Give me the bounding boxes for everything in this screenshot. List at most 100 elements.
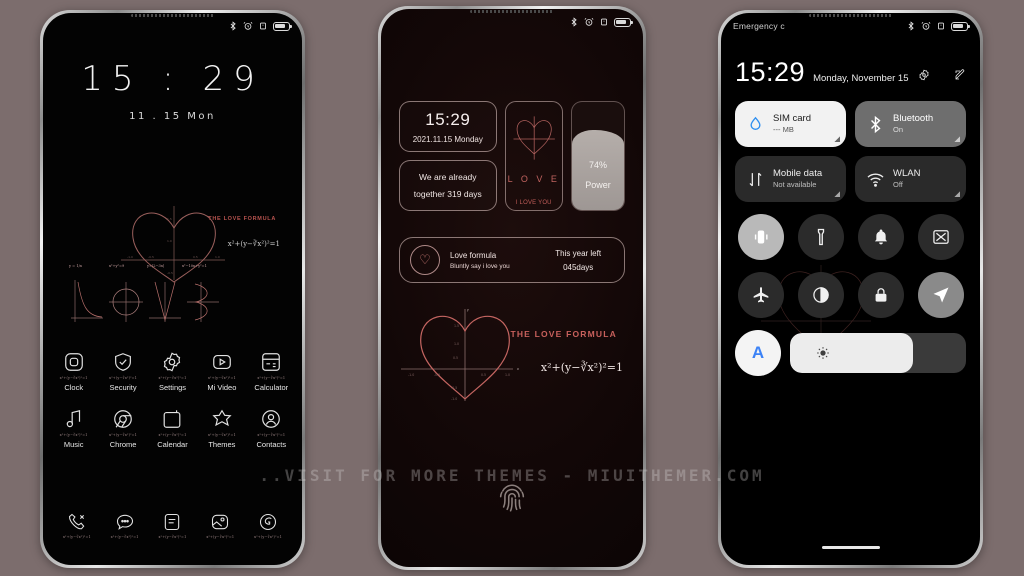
tile-sim-card[interactable]: SIM card --- MB [735,101,846,147]
widget-clock-time: 15:29 [425,109,471,129]
app-grid: x²+(y−∛x²)²=1 Clock x²+(y−∛x²)²=1 Securi… [43,351,302,449]
toggle-vibrate[interactable] [737,214,784,260]
app-security[interactable]: x²+(y−∛x²)²=1 Security [98,351,147,392]
contacts-person-icon [260,408,282,430]
tile-bluetooth-title: Bluetooth [893,113,934,125]
battery-icon [951,21,970,31]
brightness-sun-icon [816,346,830,360]
svg-text:0.5: 0.5 [453,356,458,360]
app-clock[interactable]: x²+(y−∛x²)²=1 Clock [49,351,98,392]
svg-text:0.5: 0.5 [193,255,198,259]
edit-icon[interactable] [954,69,966,81]
alarm-icon [921,21,931,31]
app-sub-7: x²+(y−∛x²)²=1 [158,433,187,437]
notes-icon [162,512,182,532]
svg-text:1.5: 1.5 [454,324,459,328]
auto-brightness-button[interactable]: A [735,330,781,376]
tile-mobile-data-text: Mobile data Not available [773,168,822,189]
love-letters-graphs: y = 1/x x²+y²=9 y=|2−3x| x²−10x+y²=1 [69,264,219,336]
toggle-lock[interactable] [857,272,904,318]
tile-sim-subtitle: --- MB [773,125,794,135]
home-indicator[interactable] [821,546,880,549]
svg-text:-1.0: -1.0 [408,373,414,377]
toggle-airplane[interactable] [737,272,784,318]
messages-bubble-icon [115,512,135,532]
toggle-location[interactable] [917,272,964,318]
data-droplet-icon [746,115,765,134]
dock-browser[interactable]: x²+(y−∛x²)²=1 [244,512,292,539]
love-formula-equation-big: x²+(y−∛x²)²=1 [540,361,623,374]
app-chrome[interactable]: x²+(y−∛x²)²=1 Chrome [98,408,147,449]
widget-battery[interactable]: 74% Power [570,101,625,211]
app-themes[interactable]: x²+(y−∛x²)²=1 Themes [197,408,246,449]
app-calendar[interactable]: x²+(y−∛x²)²=1 Calendar [148,408,197,449]
settings-gear-icon [161,351,183,373]
brightness-slider[interactable] [790,333,966,373]
tile-wlan-subtitle: Off [893,180,903,190]
app-sub-9: x²+(y−∛x²)²=1 [257,433,286,437]
fingerprint-icon[interactable] [495,481,529,515]
app-mi-video[interactable]: x²+(y−∛x²)²=1 Mi Video [197,351,246,392]
app-contacts[interactable]: x²+(y−∛x²)²=1 Contacts [247,408,296,449]
love-eq-0: y = 1/x [69,264,82,268]
calendar-icon [161,408,183,430]
app-music[interactable]: x²+(y−∛x²)²=1 Music [49,408,98,449]
lockscreen-date: 11 . 15 Mon [129,111,216,122]
tile-sim-text: SIM card --- MB [773,113,811,134]
app-sub-4: x²+(y−∛x²)²=1 [257,376,286,380]
toggle-flashlight[interactable] [797,214,844,260]
svg-text:1.0: 1.0 [215,255,220,259]
widget-clock[interactable]: 15:29 2021.11.15 Monday [399,101,497,152]
app-sub-2: x²+(y−∛x²)²=1 [158,376,187,380]
cc-date: Monday, November 15 [813,73,909,84]
browser-icon [258,512,278,532]
app-label-clock: Clock [64,383,84,392]
app-sub-0: x²+(y−∛x²)²=1 [59,376,88,380]
app-sub-3: x²+(y−∛x²)²=1 [207,376,236,380]
widget-love-tag: I LOVE YOU [515,200,552,206]
bluetooth-icon [228,21,238,31]
tile-sim-title: SIM card [773,113,812,125]
svg-text:y: y [466,308,469,312]
tile-wlan[interactable]: WLAN Off [855,156,966,202]
battery-label: Power [585,180,611,190]
dock-sub-0: x²+(y−∛x²)²=1 [62,535,91,539]
toggle-dark-mode[interactable] [797,272,844,318]
app-sub-5: x²+(y−∛x²)²=1 [59,433,88,437]
expand-corner-icon[interactable] [953,135,960,142]
toggle-silent[interactable] [857,214,904,260]
dock: x²+(y−∛x²)²=1 x²+(y−∛x²)²=1 x²+(y−∛x²)²=… [43,512,302,539]
toggle-screenshot[interactable] [917,214,964,260]
app-settings[interactable]: x²+(y−∛x²)²=1 Settings [148,351,197,392]
battery-icon [273,21,292,31]
calculator-icon [260,351,282,373]
dock-messages[interactable]: x²+(y−∛x²)²=1 [101,512,149,539]
app-calculator[interactable]: x²+(y−∛x²)²=1 Calculator [247,351,296,392]
earpiece-speaker-2 [470,10,554,13]
expand-corner-icon[interactable] [833,135,840,142]
app-label-security: Security [109,383,137,392]
dock-phone[interactable]: x²+(y−∛x²)²=1 [53,512,101,539]
chrome-browser-icon [112,408,134,430]
widget-love-letters[interactable]: L O V E I LOVE YOU [504,101,563,211]
dock-notes[interactable]: x²+(y−∛x²)²=1 [149,512,197,539]
app-label-chrome: Chrome [109,440,137,449]
tile-mobile-data[interactable]: Mobile data Not available [735,156,846,202]
expand-corner-icon[interactable] [953,190,960,197]
dock-gallery[interactable]: x²+(y−∛x²)²=1 [196,512,244,539]
app-sub-8: x²+(y−∛x²)²=1 [207,433,236,437]
vibrate-icon [599,17,609,27]
widget-together-days[interactable]: We are already together 319 days [399,160,497,211]
tile-bluetooth[interactable]: Bluetooth On [855,101,966,147]
gear-icon[interactable] [918,69,930,81]
battery-fill [571,130,624,210]
love-formula-equation: x²+(y−∛x²)²=1 [227,240,280,248]
expand-corner-icon[interactable] [833,190,840,197]
widget-love-formula[interactable]: ♡ Love formula Bluntly say i love you Th… [399,237,625,283]
battery-icon [614,17,633,27]
tile-bluetooth-subtitle: On [893,125,904,135]
widget-left-column: 15:29 2021.11.15 Monday We are already t… [399,101,497,211]
love-formula-subtitle: Bluntly say i love you [450,262,510,270]
brightness-fill [790,333,914,373]
bluetooth-icon [906,21,916,31]
